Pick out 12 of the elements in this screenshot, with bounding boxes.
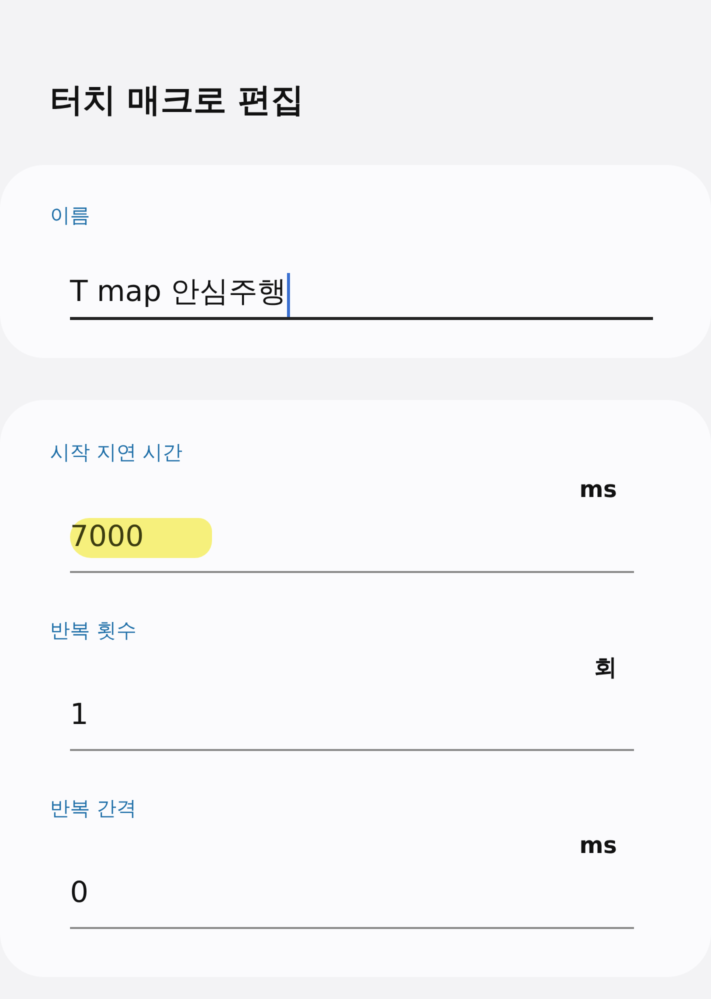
unit-label: ms bbox=[579, 476, 617, 505]
unit-label: ms bbox=[579, 832, 617, 861]
field-label: 반복 간격 bbox=[50, 796, 136, 820]
field-label: 시작 지연 시간 bbox=[50, 440, 183, 464]
field-label: 이름 bbox=[50, 203, 90, 227]
number-input-field[interactable]: 7000 bbox=[70, 514, 634, 573]
number-input-field[interactable]: 0 bbox=[70, 870, 634, 929]
name-input-field[interactable]: T map 안심주행 bbox=[70, 269, 653, 320]
unit-label: 회 bbox=[594, 654, 617, 683]
field-label: 반복 횟수 bbox=[50, 618, 136, 642]
number-input-field[interactable]: 1 bbox=[70, 692, 634, 751]
screen-title: 터치 매크로 편집 bbox=[50, 79, 304, 121]
